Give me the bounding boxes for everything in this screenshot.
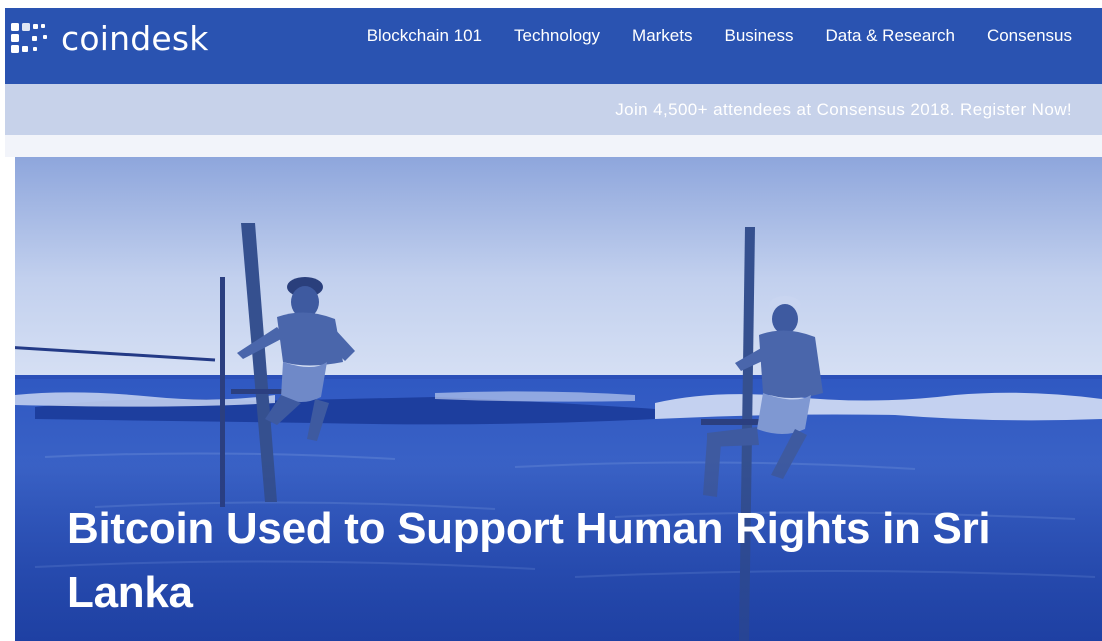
brand-name: coindesk: [61, 18, 209, 58]
nav-item-technology[interactable]: Technology: [498, 26, 616, 46]
hero-headline[interactable]: Bitcoin Used to Support Human Rights in …: [67, 497, 1077, 625]
spacer: [5, 135, 1102, 157]
nav-item-data-research[interactable]: Data & Research: [809, 26, 970, 46]
nav-item-business[interactable]: Business: [709, 26, 810, 46]
site-header: coindesk Blockchain 101 Technology Marke…: [5, 8, 1102, 84]
logo-link[interactable]: coindesk: [9, 16, 209, 60]
main-nav: Blockchain 101 Technology Markets Busine…: [351, 8, 1102, 64]
nav-item-blockchain-101[interactable]: Blockchain 101: [351, 26, 498, 46]
nav-item-markets[interactable]: Markets: [616, 26, 708, 46]
hero-article[interactable]: Bitcoin Used to Support Human Rights in …: [15, 157, 1102, 641]
consensus-register-link[interactable]: Join 4,500+ attendees at Consensus 2018.…: [615, 84, 1072, 135]
page: coindesk Blockchain 101 Technology Marke…: [0, 0, 1102, 641]
coindesk-dots-logo-icon: [11, 23, 47, 53]
nav-item-consensus[interactable]: Consensus: [971, 26, 1102, 46]
promo-banner: Join 4,500+ attendees at Consensus 2018.…: [5, 84, 1102, 135]
